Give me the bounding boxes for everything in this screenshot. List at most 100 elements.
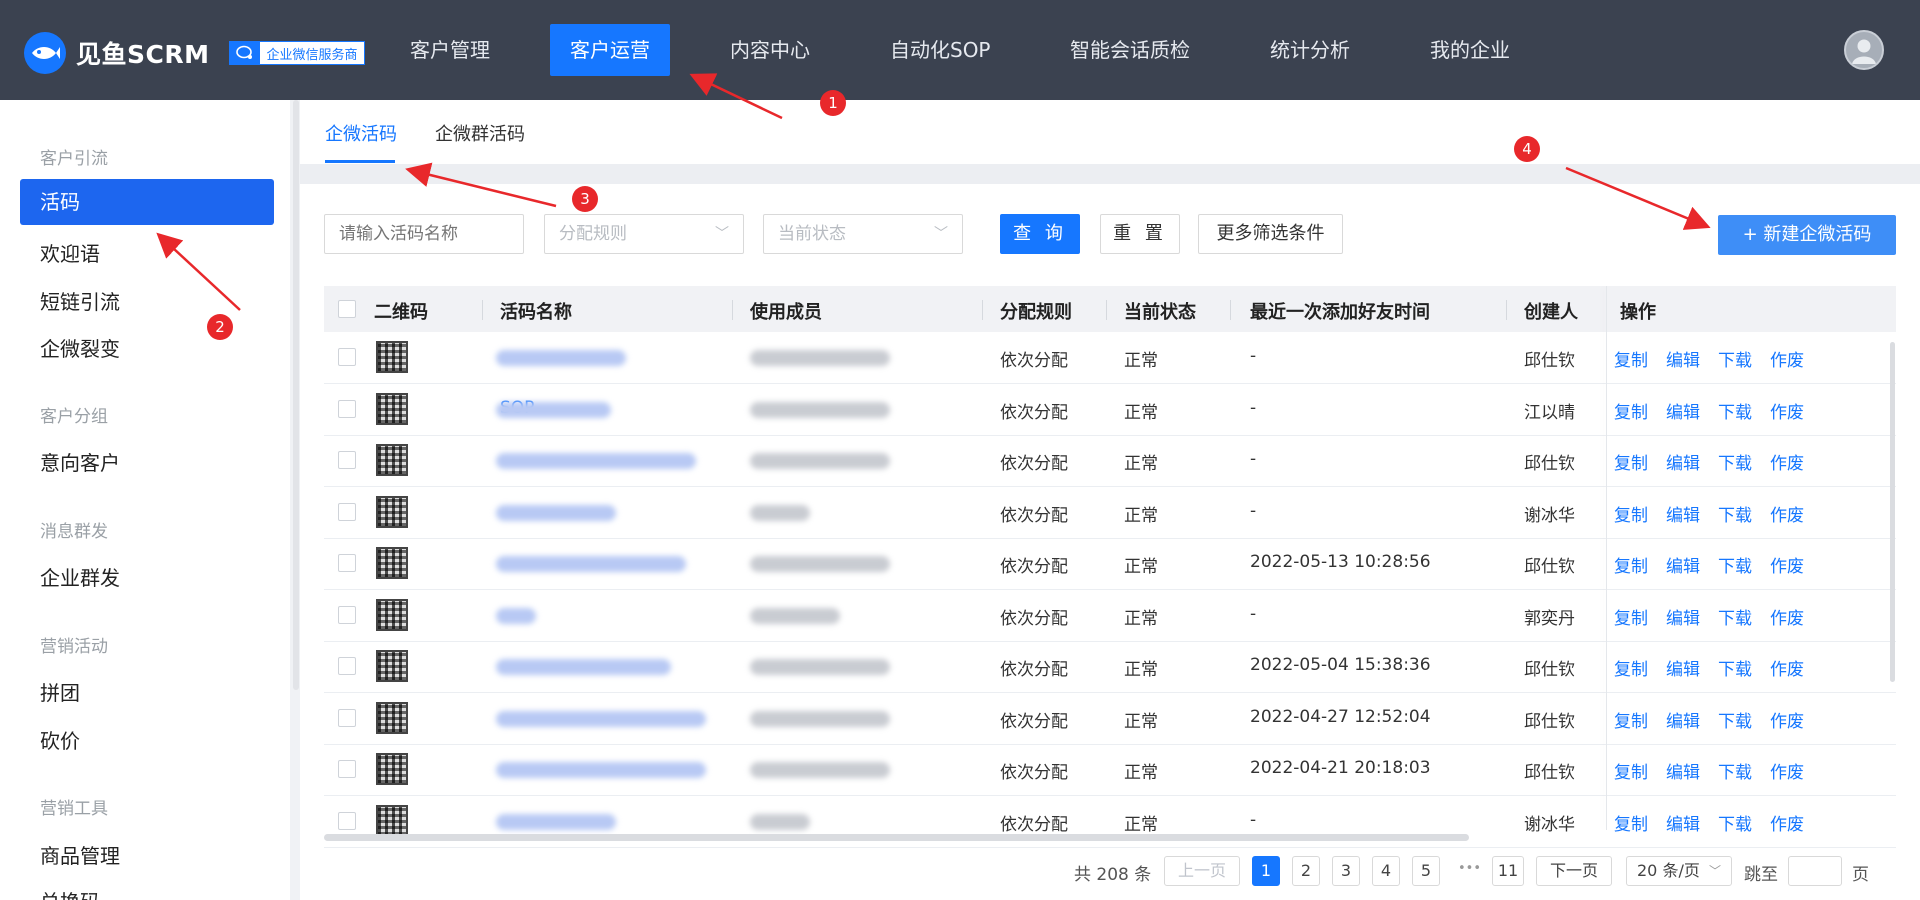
nav-customer-management[interactable]: 客户管理 [390, 24, 510, 76]
edit-link[interactable]: 编辑 [1666, 604, 1700, 629]
live-code-name-input[interactable] [324, 214, 524, 254]
sidebar-item-fission[interactable]: 企微裂变 [40, 333, 120, 362]
edit-link[interactable]: 编辑 [1666, 810, 1700, 835]
row-checkbox[interactable] [338, 348, 356, 366]
qrcode-icon[interactable] [376, 701, 408, 734]
void-link[interactable]: 作废 [1770, 758, 1804, 783]
edit-link[interactable]: 编辑 [1666, 758, 1700, 783]
download-link[interactable]: 下载 [1718, 449, 1752, 474]
copy-link[interactable]: 复制 [1614, 655, 1648, 680]
download-link[interactable]: 下载 [1718, 758, 1752, 783]
next-page-button[interactable]: 下一页 [1536, 856, 1612, 886]
qrcode-icon[interactable] [376, 392, 408, 425]
row-checkbox[interactable] [338, 554, 356, 572]
status-select[interactable]: 当前状态 ﹀ [763, 214, 963, 254]
row-checkbox[interactable] [338, 605, 356, 624]
void-link[interactable]: 作废 [1770, 552, 1804, 577]
table-horizontal-scrollbar[interactable] [324, 834, 1469, 841]
sidebar-item-product[interactable]: 商品管理 [40, 840, 120, 869]
copy-link[interactable]: 复制 [1614, 449, 1648, 474]
page-2[interactable]: 2 [1292, 856, 1320, 886]
qrcode-icon[interactable] [376, 753, 408, 785]
reset-button[interactable]: 重 置 [1100, 214, 1180, 254]
void-link[interactable]: 作废 [1770, 810, 1804, 835]
void-link[interactable]: 作废 [1770, 398, 1804, 423]
row-checkbox[interactable] [338, 811, 356, 830]
nav-customer-operation[interactable]: 客户运营 [550, 24, 670, 76]
tab-wecom-live-code[interactable]: 企微活码 [325, 120, 397, 146]
qrcode-icon[interactable] [376, 598, 408, 631]
download-link[interactable]: 下载 [1718, 810, 1752, 835]
select-all-checkbox[interactable] [338, 300, 356, 318]
edit-link[interactable]: 编辑 [1666, 552, 1700, 577]
qrcode-icon[interactable] [376, 804, 408, 837]
copy-link[interactable]: 复制 [1614, 346, 1648, 371]
sidebar-item-live-code[interactable]: 活码 [20, 179, 274, 225]
download-link[interactable]: 下载 [1718, 604, 1752, 629]
nav-session-qa[interactable]: 智能会话质检 [1050, 24, 1210, 76]
more-filters-button[interactable]: 更多筛选条件 [1198, 214, 1343, 254]
download-link[interactable]: 下载 [1718, 655, 1752, 680]
new-live-code-button[interactable]: + 新建企微活码 [1718, 215, 1896, 255]
copy-link[interactable]: 复制 [1614, 707, 1648, 732]
edit-link[interactable]: 编辑 [1666, 655, 1700, 680]
qrcode-icon[interactable] [376, 444, 408, 476]
jump-page-input[interactable] [1788, 856, 1842, 886]
copy-link[interactable]: 复制 [1614, 758, 1648, 783]
row-checkbox[interactable] [338, 502, 356, 521]
edit-link[interactable]: 编辑 [1666, 398, 1700, 423]
copy-link[interactable]: 复制 [1614, 501, 1648, 526]
row-checkbox[interactable] [338, 657, 356, 675]
sidebar-item-short-link[interactable]: 短链引流 [40, 286, 120, 315]
edit-link[interactable]: 编辑 [1666, 707, 1700, 732]
download-link[interactable]: 下载 [1718, 398, 1752, 423]
page-3[interactable]: 3 [1332, 856, 1360, 886]
prev-page-button[interactable]: 上一页 [1164, 856, 1240, 886]
row-checkbox[interactable] [338, 760, 356, 778]
void-link[interactable]: 作废 [1770, 655, 1804, 680]
void-link[interactable]: 作废 [1770, 707, 1804, 732]
copy-link[interactable]: 复制 [1614, 398, 1648, 423]
void-link[interactable]: 作废 [1770, 604, 1804, 629]
void-link[interactable]: 作废 [1770, 449, 1804, 474]
edit-link[interactable]: 编辑 [1666, 346, 1700, 371]
user-avatar[interactable] [1844, 30, 1884, 70]
brand-logo[interactable]: 见鱼SCRM 企业微信服务商 [24, 32, 365, 74]
edit-link[interactable]: 编辑 [1666, 501, 1700, 526]
nav-my-enterprise[interactable]: 我的企业 [1410, 24, 1530, 76]
void-link[interactable]: 作废 [1770, 346, 1804, 371]
row-checkbox[interactable] [338, 708, 356, 727]
query-button[interactable]: 查 询 [1000, 214, 1080, 254]
sidebar-item-intent-customer[interactable]: 意向客户 [40, 447, 120, 476]
qrcode-icon[interactable] [376, 650, 408, 682]
copy-link[interactable]: 复制 [1614, 552, 1648, 577]
page-last[interactable]: 11 [1492, 856, 1524, 886]
nav-auto-sop[interactable]: 自动化SOP [870, 24, 1011, 76]
qrcode-icon[interactable] [376, 341, 408, 373]
page-ellipsis[interactable]: ••• [1458, 861, 1481, 876]
edit-link[interactable]: 编辑 [1666, 449, 1700, 474]
tab-wecom-group-live-code[interactable]: 企微群活码 [435, 120, 525, 146]
table-vertical-scrollbar[interactable] [1890, 342, 1895, 682]
download-link[interactable]: 下载 [1718, 346, 1752, 371]
download-link[interactable]: 下载 [1718, 552, 1752, 577]
sidebar-scrollbar[interactable] [293, 100, 299, 690]
row-checkbox[interactable] [338, 451, 356, 469]
qrcode-icon[interactable] [376, 495, 408, 528]
page-size-select[interactable]: 20 条/页 ﹀ [1626, 856, 1732, 886]
copy-link[interactable]: 复制 [1614, 604, 1648, 629]
page-4[interactable]: 4 [1372, 856, 1400, 886]
sidebar-item-redeem-code[interactable]: 兑换码 [40, 886, 100, 900]
page-5[interactable]: 5 [1412, 856, 1440, 886]
sidebar-item-bargain[interactable]: 砍价 [40, 725, 80, 754]
page-1[interactable]: 1 [1252, 856, 1280, 886]
download-link[interactable]: 下载 [1718, 501, 1752, 526]
sidebar-item-welcome[interactable]: 欢迎语 [40, 238, 100, 267]
row-checkbox[interactable] [338, 399, 356, 418]
qrcode-icon[interactable] [376, 547, 408, 579]
nav-content-center[interactable]: 内容中心 [710, 24, 830, 76]
copy-link[interactable]: 复制 [1614, 810, 1648, 835]
sidebar-item-group-buy[interactable]: 拼团 [40, 677, 80, 706]
void-link[interactable]: 作废 [1770, 501, 1804, 526]
nav-statistics[interactable]: 统计分析 [1250, 24, 1370, 76]
